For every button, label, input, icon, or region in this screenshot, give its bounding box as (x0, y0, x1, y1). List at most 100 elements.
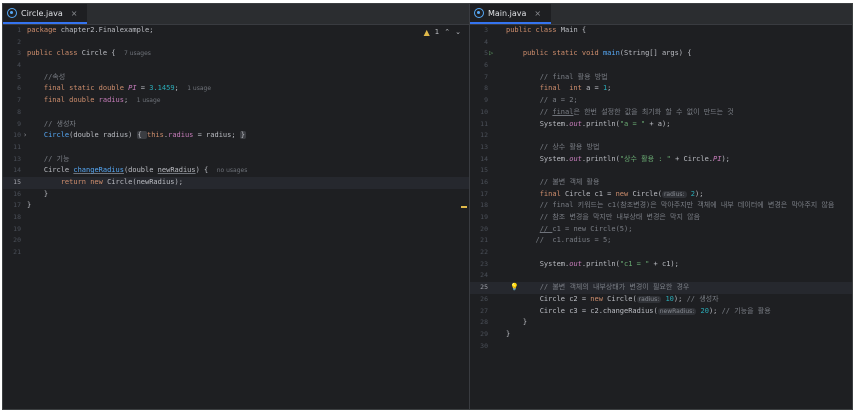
line-number: 30 (480, 341, 488, 350)
editor-pane-main: Main.java × ⋮ 3public class Main { 4 5▷ … (470, 4, 852, 409)
code-line: 23 System.out.println("c1 = " + c1); (470, 259, 852, 271)
tab-circle-java[interactable]: Circle.java × (3, 4, 88, 24)
code-line: 11 System.out.println("a = " + a); (470, 119, 852, 131)
code-line: 18 // final 키워드는 c1(참조변경)은 막아주지만 객체에 내부 … (470, 200, 852, 212)
line-number: 9 (17, 119, 21, 128)
line-number: 12 (480, 131, 488, 140)
tab-close-icon[interactable]: × (534, 9, 541, 18)
line-number: 9 (484, 96, 488, 105)
code-line: 7 final double radius; 1 usage (3, 95, 469, 107)
code-line: 5 ▷ public static void main(String[] args… (470, 48, 852, 60)
line-number: 5 (484, 49, 488, 58)
line-number: 4 (484, 37, 488, 46)
code-line: 3 public class Circle { 7 usages (3, 48, 469, 60)
usages-hint[interactable]: 1 usage (187, 85, 211, 92)
line-number: 18 (13, 213, 21, 221)
code-line: 16 } (3, 189, 469, 201)
line-number: 3 (17, 49, 21, 58)
code-line-current: 15 return new Circle(newRadius); (3, 176, 469, 189)
code-line: 13 // 상수 활용 방법 (470, 142, 852, 154)
line-number: 8 (17, 107, 21, 116)
code-line: 8 final int a = 1; (470, 83, 852, 95)
code-line: 19 (3, 224, 469, 236)
line-number: 14 (13, 166, 21, 175)
line-number: 13 (480, 142, 488, 151)
line-number: 21 (13, 248, 21, 257)
code-line: 19 // 참조 변경을 막지만 내부상태 변경은 막지 않음 (470, 212, 852, 224)
code-line: 9 // 생성자 (3, 119, 469, 131)
code-line: 13 // 기능 (3, 154, 469, 166)
code-line: 12 (470, 130, 852, 142)
code-line: 20 (3, 235, 469, 247)
line-number: 8 (484, 84, 488, 93)
code-line: 15 (470, 165, 852, 177)
tab-label: Main.java (488, 8, 527, 18)
code-line: 10 › Circle(double radius) { this.radius … (3, 130, 469, 142)
editor-pane-circle: Circle.java × ▲ 1 ⌃ ⌄ 1 package chapter2.… (3, 4, 470, 409)
code-line: 8 (3, 107, 469, 119)
usages-hint[interactable]: 1 usage (137, 97, 161, 104)
line-number: 6 (17, 84, 21, 93)
line-number: 2 (17, 37, 21, 46)
line-number: 5 (17, 72, 21, 81)
code-line: 21 // c1.radius = 5; (470, 235, 852, 247)
tab-main-java[interactable]: Main.java × (470, 4, 552, 24)
ide-window: Circle.java × ▲ 1 ⌃ ⌄ 1 package chapter2.… (2, 3, 853, 410)
line-number: 28 (480, 318, 488, 327)
run-icon[interactable]: ▷ (489, 48, 503, 60)
line-number: 16 (13, 189, 21, 198)
code-line: 30 (470, 341, 852, 353)
code-line: 17 final Circle c1 = new Circle(radius: … (470, 189, 852, 201)
line-number: 17 (13, 201, 21, 210)
code-line-current: 25 💡 // 불변 객체의 내부상태가 변경이 필요한 경우 (470, 282, 852, 294)
line-number: 25 (480, 283, 488, 292)
line-number: 27 (480, 306, 488, 315)
code-line: 4 (3, 60, 469, 72)
code-line: 17} (3, 200, 469, 212)
line-number: 6 (484, 61, 488, 70)
line-number: 16 (480, 177, 488, 186)
code-line: 2 (3, 37, 469, 49)
line-number: 15 (13, 177, 21, 186)
java-class-icon (474, 8, 484, 18)
code-line: 24 (470, 270, 852, 282)
code-line: 14 Circle changeRadius(double newRadius)… (3, 165, 469, 177)
line-number: 21 (480, 236, 488, 245)
line-number: 29 (480, 329, 488, 338)
line-number: 22 (480, 248, 488, 257)
line-number: 3 (484, 26, 488, 34)
tab-bar-left: Circle.java × (3, 4, 469, 25)
java-class-icon (7, 8, 17, 18)
line-number: 7 (17, 96, 21, 105)
line-number: 20 (13, 236, 21, 245)
code-editor-circle[interactable]: ▲ 1 ⌃ ⌄ 1 package chapter2.Finalexample; … (3, 25, 469, 409)
tab-close-icon[interactable]: × (71, 9, 78, 18)
line-number: 4 (17, 61, 21, 70)
line-number: 11 (13, 142, 21, 151)
param-hint: newRadius: (657, 307, 697, 315)
code-line: 7 // final 활용 방법 (470, 72, 852, 84)
code-line: 6 final static double PI = 3.1459; 1 usa… (3, 83, 469, 95)
code-line: 22 (470, 247, 852, 259)
code-line: 27 Circle c3 = c2.changeRadius(newRadius… (470, 306, 852, 318)
line-number: 14 (480, 154, 488, 163)
line-number: 7 (484, 72, 488, 81)
code-line: 20 // c1 = new Circle(5); (470, 224, 852, 236)
usages-hint[interactable]: no usages (217, 167, 248, 174)
line-number: 20 (480, 224, 488, 233)
line-number: 11 (480, 119, 488, 128)
code-line: 11 (3, 142, 469, 154)
code-line: 28 } (470, 317, 852, 329)
tab-label: Circle.java (21, 8, 63, 18)
code-line: 18 (3, 212, 469, 224)
code-line: 4 (470, 37, 852, 49)
line-number: 15 (480, 166, 488, 175)
line-number: 19 (13, 224, 21, 233)
code-line: 26 Circle c2 = new Circle(radius: 10); /… (470, 294, 852, 306)
usages-hint[interactable]: 7 usages (124, 50, 151, 57)
line-number: 19 (480, 213, 488, 221)
param-hint: radius: (661, 190, 687, 198)
line-number: 24 (480, 271, 488, 280)
code-line: 10 // final은 한번 설정한 값을 최기화 할 수 없이 만드는 것 (470, 107, 852, 119)
code-editor-main[interactable]: 3 public class Main { 4 5 ▷ public static … (470, 25, 852, 409)
